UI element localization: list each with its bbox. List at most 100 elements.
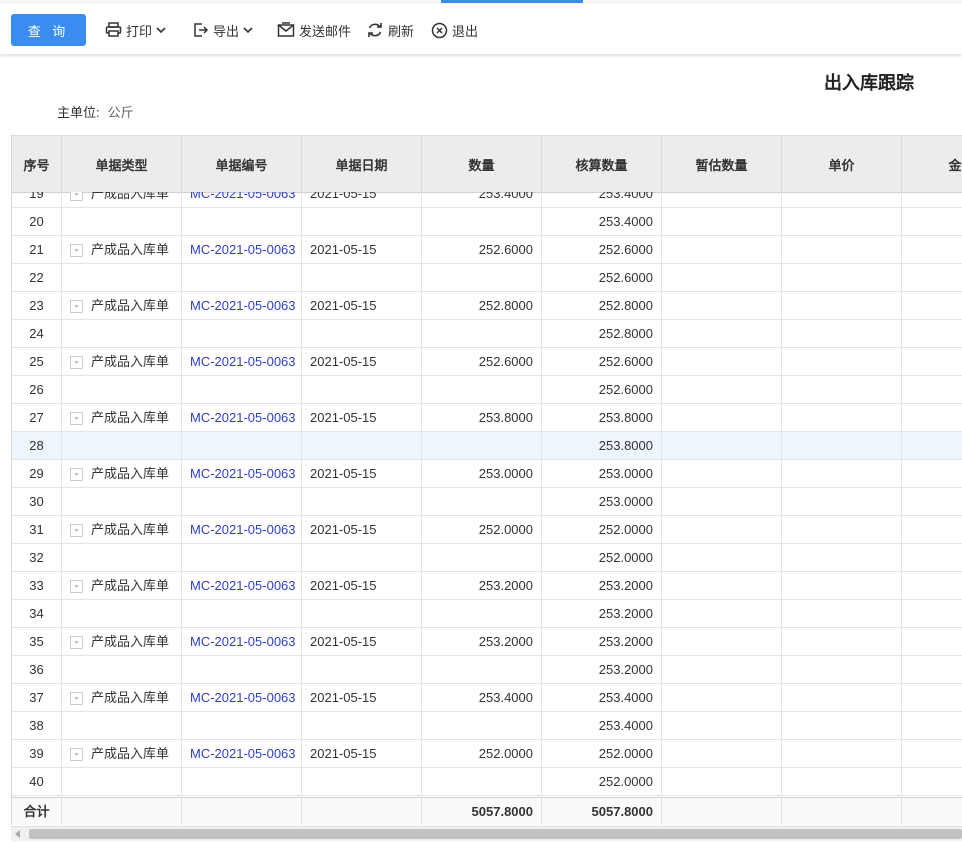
row-calc-qty: 252.6000 [542, 348, 662, 375]
row-amount [902, 208, 962, 235]
collapse-toggle-icon[interactable]: - [70, 692, 83, 706]
row-doc-code[interactable]: MC-2021-05-0063 [182, 236, 302, 263]
table-row[interactable]: 21- 产成品入库单 MC-2021-05-0063 2021-05-15 252.60… [12, 236, 962, 264]
row-amount [902, 712, 962, 739]
row-doc-code[interactable]: MC-2021-05-0063 [182, 404, 302, 431]
collapse-toggle-icon[interactable]: - [70, 748, 83, 762]
collapse-toggle-icon[interactable]: - [70, 356, 83, 370]
print-menu-button[interactable]: 打印 [105, 14, 171, 46]
row-amount [902, 236, 962, 263]
row-seq: 31 [12, 516, 62, 543]
row-doc-code[interactable]: MC-2021-05-0063 [182, 684, 302, 711]
doc-type-label: 产成品入库单 [91, 410, 170, 425]
collapse-toggle-icon[interactable]: - [70, 580, 83, 594]
doc-type-label: 产成品入库单 [91, 746, 170, 761]
column-header[interactable]: 核算数量 [542, 136, 662, 192]
row-doc-code[interactable]: MC-2021-05-0063 [182, 628, 302, 655]
collapse-toggle-icon[interactable]: - [70, 524, 83, 538]
table-row[interactable]: 19- 产成品入库单 MC-2021-05-0063 2021-05-15 253.40… [12, 192, 962, 208]
row-doc-code[interactable]: MC-2021-05-0063 [182, 348, 302, 375]
row-seq: 36 [12, 656, 62, 683]
row-unit-price [782, 192, 902, 207]
row-calc-qty: 252.8000 [542, 292, 662, 319]
row-seq: 26 [12, 376, 62, 403]
table-row[interactable]: 20 253.4000 [12, 208, 962, 236]
table-row[interactable]: 23- 产成品入库单 MC-2021-05-0063 2021-05-15 252.80… [12, 292, 962, 320]
collapse-toggle-icon[interactable]: - [70, 636, 83, 650]
row-doc-code[interactable]: MC-2021-05-0063 [182, 292, 302, 319]
row-qty: 253.2000 [422, 628, 542, 655]
scroll-left-arrow-icon[interactable] [15, 830, 20, 838]
row-doc-code[interactable]: MC-2021-05-0063 [182, 460, 302, 487]
table-row[interactable]: 39- 产成品入库单 MC-2021-05-0063 2021-05-15 252.00… [12, 740, 962, 768]
doc-type-label: 产成品入库单 [91, 192, 170, 201]
row-doc-date [302, 768, 422, 795]
row-unit-price [782, 740, 902, 767]
row-calc-qty: 253.0000 [542, 460, 662, 487]
row-qty [422, 488, 542, 515]
row-qty: 252.6000 [422, 348, 542, 375]
collapse-toggle-icon[interactable]: - [70, 412, 83, 426]
horizontal-scrollbar[interactable] [11, 826, 962, 841]
row-seq: 37 [12, 684, 62, 711]
table-row[interactable]: 38 253.4000 [12, 712, 962, 740]
table-row[interactable]: 35- 产成品入库单 MC-2021-05-0063 2021-05-15 253.20… [12, 628, 962, 656]
query-button[interactable]: 查 询 [11, 14, 86, 46]
column-header[interactable]: 单据编号 [182, 136, 302, 192]
table-row[interactable]: 26 252.6000 [12, 376, 962, 404]
send-email-button[interactable]: 发送邮件 [277, 14, 351, 46]
column-header[interactable]: 暂估数量 [662, 136, 782, 192]
table-row[interactable]: 27- 产成品入库单 MC-2021-05-0063 2021-05-15 253.80… [12, 404, 962, 432]
collapse-toggle-icon[interactable]: - [70, 468, 83, 482]
column-header[interactable]: 金额 [902, 136, 962, 192]
table-row[interactable]: 40 252.0000 [12, 768, 962, 796]
collapse-toggle-icon[interactable]: - [70, 192, 83, 202]
collapse-toggle-icon[interactable]: - [70, 300, 83, 314]
row-calc-qty: 252.8000 [542, 320, 662, 347]
collapse-toggle-icon[interactable]: - [70, 244, 83, 258]
column-header[interactable]: 单价 [782, 136, 902, 192]
table-row[interactable]: 34 253.2000 [12, 600, 962, 628]
row-qty: 252.0000 [422, 516, 542, 543]
footer-label: 合计 [12, 798, 62, 825]
row-doc-date [302, 208, 422, 235]
table-row[interactable]: 32 252.0000 [12, 544, 962, 572]
row-doc-code[interactable]: MC-2021-05-0063 [182, 192, 302, 207]
table-row[interactable]: 29- 产成品入库单 MC-2021-05-0063 2021-05-15 253.00… [12, 460, 962, 488]
send-email-label: 发送邮件 [299, 23, 352, 39]
row-calc-qty: 252.6000 [542, 264, 662, 291]
row-calc-qty: 253.8000 [542, 432, 662, 459]
table-row[interactable]: 28 253.8000 [12, 432, 962, 460]
table-row[interactable]: 30 253.0000 [12, 488, 962, 516]
table-row[interactable]: 33- 产成品入库单 MC-2021-05-0063 2021-05-15 253.20… [12, 572, 962, 600]
row-doc-code[interactable]: MC-2021-05-0063 [182, 740, 302, 767]
row-qty [422, 376, 542, 403]
scrollbar-thumb[interactable] [29, 829, 962, 839]
table-row[interactable]: 22 252.6000 [12, 264, 962, 292]
column-header[interactable]: 序号 [12, 136, 62, 192]
table-row[interactable]: 31- 产成品入库单 MC-2021-05-0063 2021-05-15 252.00… [12, 516, 962, 544]
table-row[interactable]: 24 252.8000 [12, 320, 962, 348]
column-header[interactable]: 单据类型 [62, 136, 182, 192]
exit-button[interactable]: 退出 [431, 14, 478, 46]
row-seq: 30 [12, 488, 62, 515]
table-row[interactable]: 36 253.2000 [12, 656, 962, 684]
export-menu-button[interactable]: 导出 [192, 14, 258, 46]
table-row[interactable]: 25- 产成品入库单 MC-2021-05-0063 2021-05-15 252.60… [12, 348, 962, 376]
chevron-down-icon [156, 27, 166, 34]
column-header[interactable]: 数量 [422, 136, 542, 192]
row-seq: 19 [12, 192, 62, 207]
row-calc-qty: 253.4000 [542, 684, 662, 711]
column-header[interactable]: 单据日期 [302, 136, 422, 192]
exit-label: 退出 [452, 23, 479, 39]
row-doc-type [62, 544, 182, 571]
row-doc-type: - 产成品入库单 [62, 516, 182, 543]
row-est-qty [662, 684, 782, 711]
row-calc-qty: 253.0000 [542, 488, 662, 515]
row-doc-code[interactable]: MC-2021-05-0063 [182, 572, 302, 599]
refresh-button[interactable]: 刷新 [366, 14, 414, 46]
row-unit-price [782, 236, 902, 263]
row-doc-code[interactable]: MC-2021-05-0063 [182, 516, 302, 543]
row-doc-date: 2021-05-15 [302, 192, 422, 207]
table-row[interactable]: 37- 产成品入库单 MC-2021-05-0063 2021-05-15 253.40… [12, 684, 962, 712]
